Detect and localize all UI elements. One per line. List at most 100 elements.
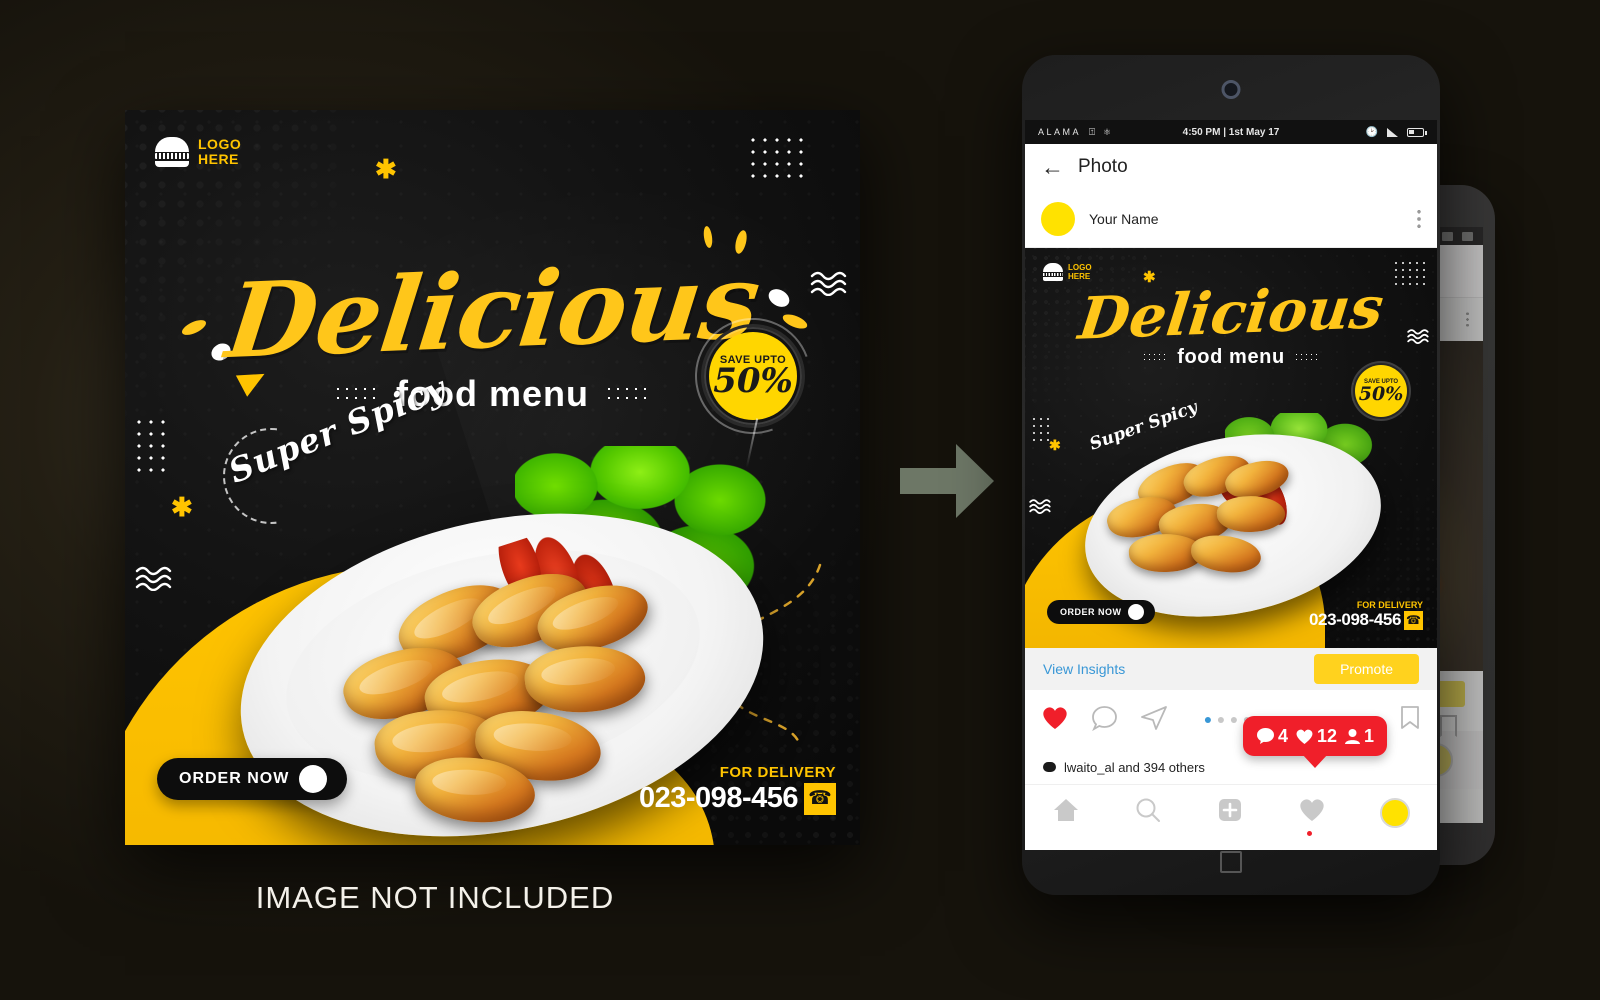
logo-line-2: HERE [1068, 272, 1091, 281]
order-now-button[interactable]: ORDER NOW ⟶ [157, 758, 347, 800]
splash-decoration-left-yellow [179, 317, 208, 338]
logo-line-1: LOGO [198, 136, 242, 152]
likes-text[interactable]: lwaito_al and 394 others [1064, 760, 1205, 775]
delivery-phone-row: 023-098-456 ☎ [639, 782, 836, 815]
person-icon [1345, 728, 1361, 744]
liker-avatar-icon [1043, 762, 1056, 772]
delivery-phone-row: 023-098-456 ☎ [1309, 610, 1423, 630]
back-arrow-icon[interactable]: ← [1041, 155, 1064, 179]
logo-text: LOGO HERE [198, 137, 241, 167]
phone-icon: ☎ [804, 782, 836, 815]
bluetooth-icon: ⚛ [1103, 126, 1112, 137]
badge-percent: 50% [1358, 382, 1404, 405]
badge-percent: 50% [713, 360, 793, 401]
status-bar-right: 🕑 [1366, 127, 1427, 138]
splash-decoration-right-white [765, 285, 793, 311]
post-headline: Delicious [1075, 273, 1387, 353]
kebab-menu-icon[interactable] [1417, 209, 1421, 228]
bubble-likes-count: 12 [1317, 725, 1338, 746]
promote-button[interactable]: Promote [1314, 654, 1419, 684]
burger-icon [1043, 263, 1063, 281]
bookmark-icon[interactable] [1399, 705, 1421, 736]
delivery-label: FOR DELIVERY [1356, 600, 1423, 610]
dot-grid-decoration-left [134, 417, 170, 473]
status-bar: ALAMA ⍐ ⚛ 4:50 PM | 1st May 17 🕑 [1025, 120, 1437, 144]
asterisk-decoration-yellow-left: ✱ [171, 492, 193, 522]
battery-icon [1462, 231, 1473, 241]
asterisk-decoration-yellow-top: ✱ [375, 154, 397, 184]
bubble-likes: 12 [1295, 726, 1337, 747]
post-image[interactable]: LOGO HERE ✱ ✱ ✱ Delicious [1025, 248, 1437, 648]
bubble-comments-count: 4 [1278, 725, 1289, 746]
bubble-comments: 4 [1256, 726, 1288, 747]
dot-grid-right [604, 385, 651, 403]
post-subheadline: food menu [1177, 346, 1285, 368]
badge-circle: SAVE UPTO 50% [709, 332, 797, 420]
poster-logo: LOGO HERE [155, 137, 241, 167]
phone-screen: ALAMA ⍐ ⚛ 4:50 PM | 1st May 17 🕑 ← Photo [1025, 120, 1437, 850]
front-camera-icon [1221, 80, 1241, 99]
post-headline-block: Delicious food menu [1025, 273, 1437, 369]
plus-icon[interactable] [1216, 797, 1244, 828]
insights-bar: View Insights Promote [1025, 648, 1437, 690]
post-logo: LOGO HERE [1043, 263, 1092, 281]
logo-line-2: HERE [198, 151, 239, 167]
status-bar-time: 4:50 PM | 1st May 17 [1182, 126, 1280, 138]
discount-badge: SAVE UPTO 50% [675, 298, 831, 468]
delivery-phone-number: 023-098-456 [639, 782, 798, 814]
profile-avatar-icon[interactable] [1380, 797, 1410, 828]
delivery-info: FOR DELIVERY 023-098-456 ☎ [1309, 600, 1423, 630]
wifi-icon: ⍐ [1089, 126, 1096, 138]
arrow-right-icon: ⟶ [1127, 604, 1144, 620]
home-icon[interactable] [1052, 797, 1080, 828]
logo-text: LOGO HERE [1068, 263, 1092, 281]
carrier-name: ALAMA [1038, 127, 1082, 137]
comment-icon[interactable] [1091, 705, 1118, 736]
send-icon[interactable] [1140, 705, 1168, 736]
dot-grid-right [1293, 352, 1320, 363]
status-bar-left: ALAMA ⍐ ⚛ [1038, 127, 1111, 138]
dot-grid-left [1142, 352, 1169, 363]
pager-dot [1230, 717, 1237, 723]
bubble-tail [1302, 754, 1329, 768]
post-user-row: Your Name [1025, 190, 1437, 248]
view-insights-link[interactable]: View Insights [1043, 661, 1125, 677]
battery-icon [1407, 127, 1427, 137]
order-now-label: ORDER NOW [1060, 607, 1122, 617]
dot-grid-decoration-top-right [748, 135, 810, 183]
scene: 50% ORDER NOW Promote 👤1 [0, 0, 1600, 1000]
signal-icon [1442, 231, 1453, 241]
pager-dot [1217, 717, 1224, 723]
kebab-menu-icon [1466, 312, 1469, 327]
arrow-right-big-icon [898, 442, 996, 520]
post-actions-bar: 4 12 1 [1025, 690, 1437, 768]
order-now-label: ORDER NOW [179, 770, 290, 787]
heart-icon [1296, 729, 1313, 744]
discount-badge: SAVE UPTO 50% [1355, 365, 1407, 417]
post-username[interactable]: Your Name [1089, 211, 1159, 227]
notification-bubble: 4 12 1 [1243, 716, 1388, 768]
dot-grid-decoration [1393, 260, 1427, 286]
burger-icon [155, 137, 189, 167]
square-home-icon[interactable] [1220, 851, 1242, 873]
heart-outline-icon[interactable] [1298, 797, 1326, 828]
dot-grid-decoration-left [1031, 416, 1051, 446]
bubble-followers-count: 1 [1364, 725, 1375, 746]
delivery-phone-number: 023-098-456 [1308, 610, 1401, 629]
avatar[interactable] [1041, 201, 1075, 236]
logo-line-1: LOGO [1068, 263, 1092, 272]
poster-design: LOGO HERE ✱ ✱ ✱ [125, 110, 860, 845]
order-now-button[interactable]: ORDER NOW ⟶ [1047, 600, 1155, 624]
delivery-label: FOR DELIVERY [719, 764, 836, 781]
search-icon[interactable] [1134, 797, 1162, 828]
wave-decoration-left [1029, 498, 1055, 514]
image-not-included-caption: IMAGE NOT INCLUDED [255, 880, 615, 915]
wave-decoration-left [135, 565, 179, 592]
phone-icon: ☎ [1404, 610, 1423, 630]
app-title: Photo [1078, 156, 1128, 177]
pager-dot-active [1204, 717, 1211, 723]
signal-icon [1387, 127, 1398, 137]
bubble-followers: 1 [1344, 726, 1374, 747]
heart-icon[interactable] [1041, 705, 1069, 736]
phone-mockup: ALAMA ⍐ ⚛ 4:50 PM | 1st May 17 🕑 ← Photo [1022, 55, 1440, 895]
